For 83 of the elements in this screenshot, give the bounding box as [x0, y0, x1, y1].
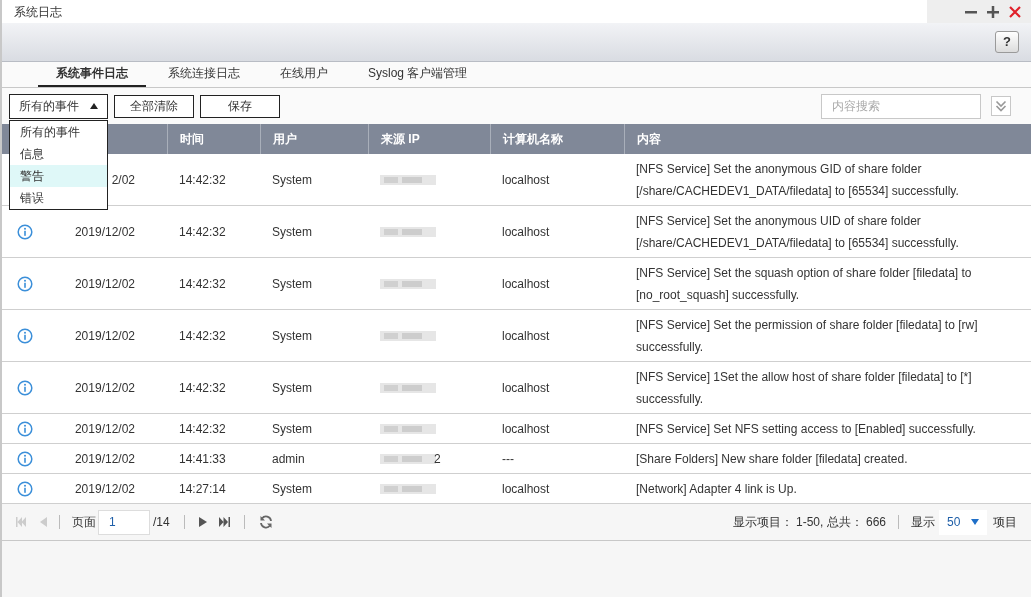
- column-header[interactable]: 用户: [260, 124, 368, 154]
- caret-icon: [971, 519, 979, 525]
- info-icon: [17, 480, 33, 497]
- next-page-icon[interactable]: [198, 517, 207, 527]
- close-icon[interactable]: [1009, 5, 1021, 18]
- computer-cell: localhost: [502, 380, 550, 395]
- user-cell: admin: [272, 451, 305, 466]
- date-cell-text: 2019/12/02: [74, 450, 135, 468]
- content-cell: [NFS Service] Set the anonymous UID of share folder: [636, 213, 921, 228]
- time-cell: 14:42:32: [179, 421, 226, 436]
- time-cell: 14:42:32: [179, 328, 226, 343]
- tab[interactable]: Syslog 客户端管理: [350, 64, 486, 87]
- refresh-icon[interactable]: [258, 515, 273, 529]
- maximize-icon[interactable]: [987, 5, 999, 18]
- toolbar-button[interactable]: 全部清除: [114, 94, 194, 118]
- tab[interactable]: 在线用户: [262, 64, 346, 87]
- content-cell: [/share/CACHEDEV1_DATA/filedata] to [65534] successfully.: [636, 235, 959, 250]
- computer-cell: localhost: [502, 328, 550, 343]
- summary-text: 显示项目： 1-50, 总共： 666: [732, 514, 886, 531]
- computer-cell: ---: [502, 451, 514, 466]
- user-cell: System: [272, 276, 312, 291]
- double-chevron-icon[interactable]: [991, 96, 1011, 116]
- page-label: 页面: [72, 514, 96, 531]
- show-label: 显示: [911, 514, 935, 531]
- content-cell: [NFS Service] Set the permission of share folder [filedata] to [rw]: [636, 317, 978, 332]
- content-cell: [/share/CACHEDEV1_DATA/filedata] to [65534] successfully.: [636, 183, 959, 198]
- content-cell: successfully.: [636, 339, 704, 354]
- time-cell: 14:42:32: [179, 172, 226, 187]
- event-filter-dropdown[interactable]: 所有的事件: [9, 93, 108, 119]
- user-cell: System: [272, 224, 312, 239]
- search-field[interactable]: 内容搜索: [821, 93, 981, 119]
- user-cell: System: [272, 380, 312, 395]
- menu-item[interactable]: 警告: [10, 165, 107, 187]
- user-cell: System: [272, 172, 312, 187]
- content-cell: [Share Folders] New share folder [filedata] created.: [636, 451, 908, 466]
- last-page-icon[interactable]: [218, 517, 230, 527]
- computer-cell: localhost: [502, 276, 550, 291]
- date-cell-text: 2019/12/02: [74, 223, 135, 241]
- column-header[interactable]: 来源 IP: [368, 124, 490, 154]
- caret-icon: [90, 103, 98, 109]
- content-cell: [NFS Service] Set the squash option of share folder [filedata] to: [636, 265, 972, 280]
- date-cell-text: 2019/12/02: [74, 379, 135, 397]
- tab[interactable]: 系统连接日志: [150, 64, 258, 87]
- computer-cell: localhost: [502, 421, 550, 436]
- content-cell: [no_root_squash] successfully.: [636, 287, 800, 302]
- time-cell: 14:42:32: [179, 380, 226, 395]
- info-icon: [17, 379, 33, 396]
- help-button[interactable]: ?: [995, 31, 1019, 53]
- content-cell: successfully.: [636, 391, 704, 406]
- toolbar-button[interactable]: 保存: [200, 94, 280, 118]
- info-icon: [17, 450, 33, 467]
- items-label: 项目: [993, 514, 1017, 531]
- info-icon: [17, 275, 33, 292]
- computer-cell: localhost: [502, 224, 550, 239]
- page-size-dropdown[interactable]: 50: [939, 509, 987, 535]
- user-cell: System: [272, 481, 312, 496]
- content-cell: [NFS Service] Set the anonymous GID of share folder: [636, 161, 922, 176]
- column-header[interactable]: 内容: [624, 124, 1031, 154]
- user-cell: System: [272, 328, 312, 343]
- content-cell: [Network] Adapter 4 link is Up.: [636, 481, 797, 496]
- info-icon: [17, 420, 33, 437]
- content-cell: [NFS Service] 1Set the allow host of share folder [filedata] to [*]: [636, 369, 972, 384]
- date-cell-text: 2019/12/02: [74, 480, 135, 498]
- info-icon: [17, 327, 33, 344]
- info-icon: [17, 223, 33, 240]
- time-cell: 14:27:14: [179, 481, 226, 496]
- date-cell-text: 2019/12/02: [74, 327, 135, 345]
- time-cell: 14:41:33: [179, 451, 226, 466]
- computer-cell: localhost: [502, 172, 550, 187]
- content-cell: [NFS Service] Set NFS setting access to [Enabled] successfully.: [636, 421, 976, 436]
- date-cell-text: 2019/12/02: [74, 275, 135, 293]
- time-cell: 14:42:32: [179, 224, 226, 239]
- date-cell-text: 2019/12/02: [74, 420, 135, 438]
- computer-cell: localhost: [502, 481, 550, 496]
- ip-text: 2: [434, 450, 441, 468]
- total-pages-text: /14: [153, 514, 170, 531]
- time-cell: 14:42:32: [179, 276, 226, 291]
- date-cell-text: 2/02: [111, 171, 135, 189]
- column-header[interactable]: 时间: [167, 124, 260, 154]
- window-title: 系统日志: [13, 3, 62, 21]
- user-cell: System: [272, 421, 312, 436]
- column-header[interactable]: 计算机名称: [490, 124, 624, 154]
- page-number-field[interactable]: 1: [98, 509, 150, 535]
